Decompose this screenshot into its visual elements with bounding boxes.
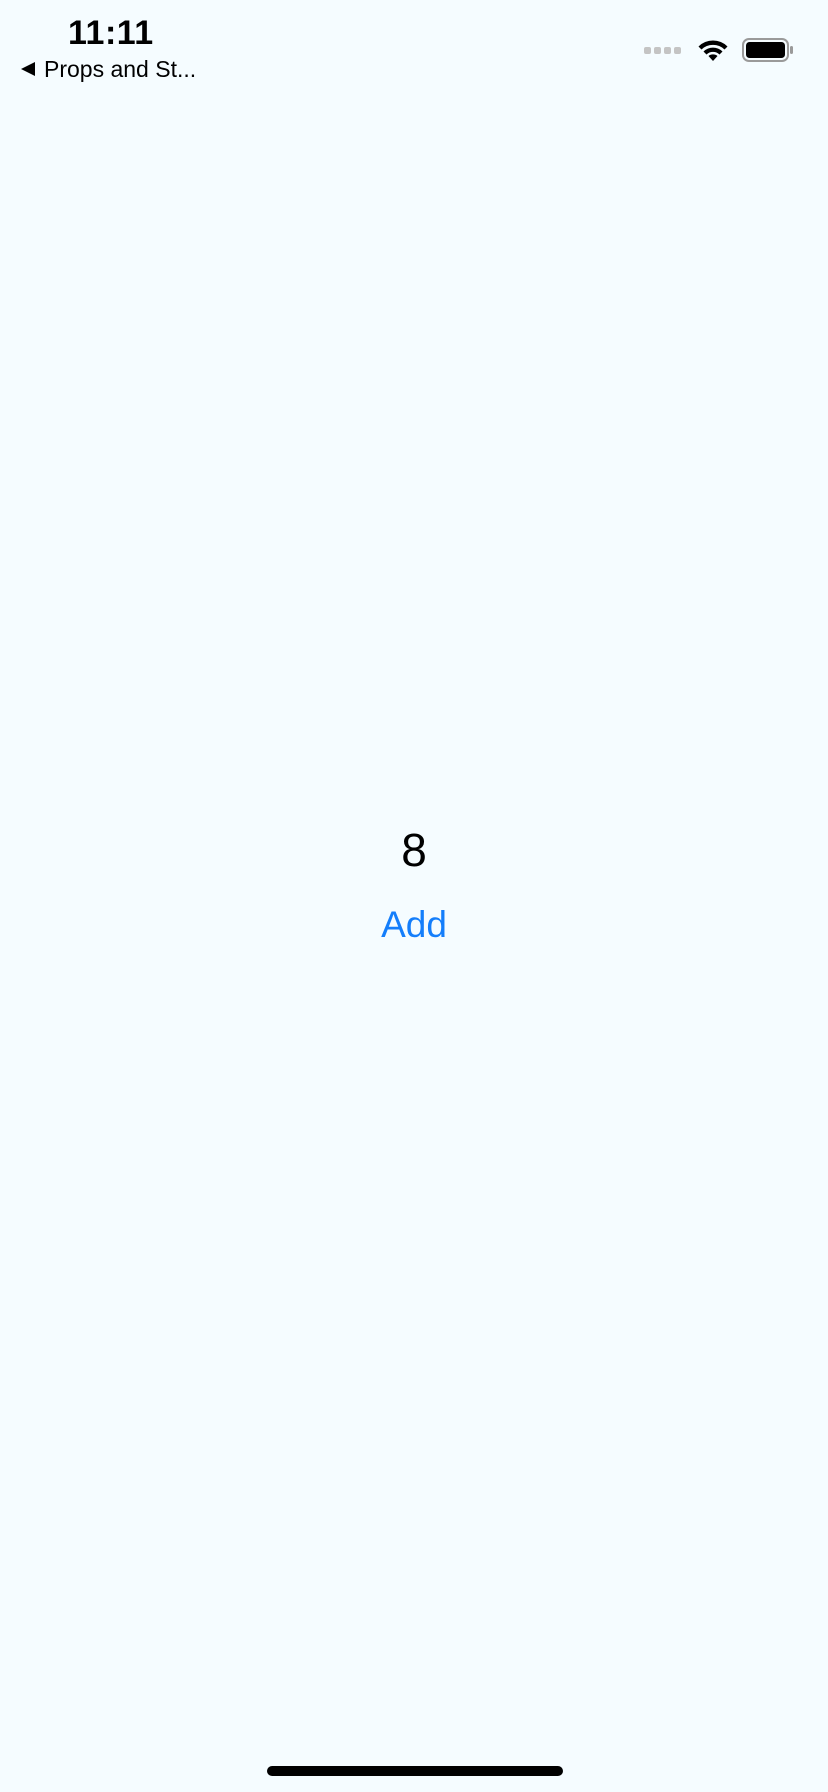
- add-button[interactable]: Add: [371, 904, 457, 946]
- back-to-app-link[interactable]: Props and St...: [20, 54, 196, 84]
- status-bar: 11:11 Props and St...: [0, 0, 828, 90]
- wifi-icon: [698, 40, 728, 61]
- status-icons: [644, 36, 794, 64]
- counter-value: 8: [401, 824, 427, 876]
- battery-icon: [742, 38, 793, 62]
- status-time: 11:11: [68, 14, 154, 52]
- app-screen: 11:11 Props and St... 8 Add: [0, 0, 828, 1792]
- signal-icon: [644, 46, 684, 54]
- home-indicator[interactable]: [267, 1766, 563, 1776]
- back-arrow-icon: [21, 62, 35, 76]
- counter-section: 8 Add: [0, 820, 828, 946]
- back-label: Props and St...: [44, 55, 197, 82]
